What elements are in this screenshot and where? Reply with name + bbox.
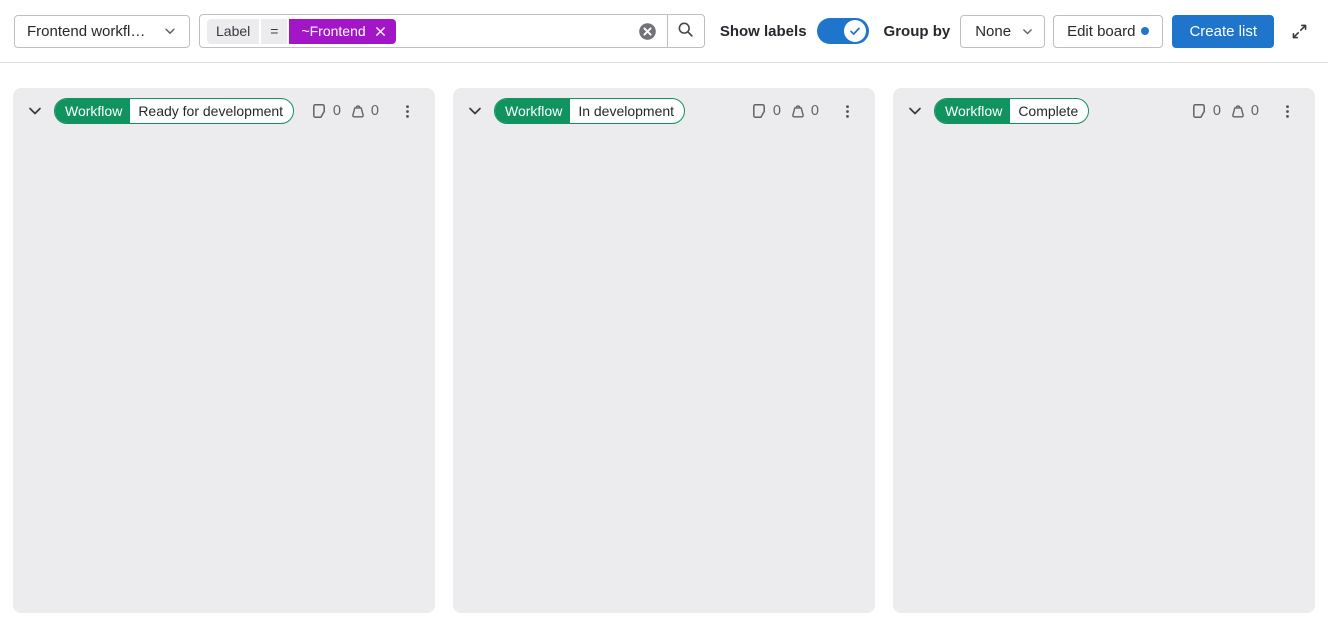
board-list-in-development: Workflow In development 0 0 <box>453 88 875 613</box>
list-counts: 0 0 <box>752 103 819 119</box>
group-by-dropdown[interactable]: None <box>960 15 1045 48</box>
label-value: Complete <box>1010 103 1088 119</box>
issue-board: Workflow Ready for development 0 0 <box>0 63 1328 613</box>
weight-count-value: 0 <box>1251 103 1259 119</box>
label-scope: Workflow <box>935 99 1010 123</box>
chevron-down-icon <box>1021 25 1034 38</box>
list-body <box>893 129 1315 613</box>
issue-count: 0 <box>1192 103 1221 119</box>
list-settings-icon[interactable] <box>1273 97 1301 125</box>
board-list-ready-for-development: Workflow Ready for development 0 0 <box>13 88 435 613</box>
remove-token-icon[interactable] <box>374 25 387 38</box>
show-labels-toggle[interactable] <box>817 18 869 44</box>
issue-count-value: 0 <box>1213 103 1221 119</box>
issues-icon <box>1192 103 1208 119</box>
board-list-complete: Workflow Complete 0 0 <box>893 88 1315 613</box>
notification-dot <box>1141 27 1149 35</box>
list-body <box>453 129 875 613</box>
label-scope: Workflow <box>495 99 570 123</box>
list-counts: 0 0 <box>312 103 379 119</box>
chevron-down-icon <box>163 24 177 38</box>
weight-count: 0 <box>790 103 819 119</box>
list-label-badge[interactable]: Workflow In development <box>494 98 685 124</box>
list-header: Workflow Ready for development 0 0 <box>13 88 435 129</box>
issues-icon <box>752 103 768 119</box>
filter-token-operator[interactable]: = <box>261 19 287 44</box>
fullscreen-toggle-icon[interactable] <box>1287 19 1312 44</box>
list-settings-icon[interactable] <box>393 97 421 125</box>
weight-icon <box>1230 103 1246 119</box>
collapse-list-icon[interactable] <box>21 97 49 125</box>
list-label-badge[interactable]: Workflow Complete <box>934 98 1089 124</box>
label-value: Ready for development <box>130 103 293 119</box>
issue-count-value: 0 <box>773 103 781 119</box>
issues-icon <box>312 103 328 119</box>
filter-token-value[interactable]: ~Frontend <box>289 19 395 44</box>
weight-count: 0 <box>1230 103 1259 119</box>
group-by-label: Group by <box>884 23 951 40</box>
filter-token-value-label: ~Frontend <box>301 23 365 39</box>
list-label-badge[interactable]: Workflow Ready for development <box>54 98 294 124</box>
filter-token[interactable]: Label = ~Frontend <box>207 19 396 44</box>
weight-count-value: 0 <box>371 103 379 119</box>
issue-count-value: 0 <box>333 103 341 119</box>
group-by-value: None <box>975 23 1011 40</box>
toggle-check-icon <box>844 20 866 42</box>
edit-board-label: Edit board <box>1067 23 1135 40</box>
weight-count-value: 0 <box>811 103 819 119</box>
board-toolbar: Frontend workfl… Label = ~Frontend Show … <box>0 0 1328 63</box>
board-switcher-label: Frontend workfl… <box>27 23 145 40</box>
weight-icon <box>790 103 806 119</box>
collapse-list-icon[interactable] <box>901 97 929 125</box>
list-header: Workflow Complete 0 0 <box>893 88 1315 129</box>
list-body <box>13 129 435 613</box>
create-list-button[interactable]: Create list <box>1172 15 1274 48</box>
list-header: Workflow In development 0 0 <box>453 88 875 129</box>
issue-count: 0 <box>752 103 781 119</box>
issue-count: 0 <box>312 103 341 119</box>
list-settings-icon[interactable] <box>833 97 861 125</box>
board-switcher-dropdown[interactable]: Frontend workfl… <box>14 15 190 48</box>
edit-board-button[interactable]: Edit board <box>1053 15 1163 48</box>
collapse-list-icon[interactable] <box>461 97 489 125</box>
weight-icon <box>350 103 366 119</box>
label-scope: Workflow <box>55 99 130 123</box>
search-icon <box>677 21 694 41</box>
label-value: In development <box>570 103 684 119</box>
clear-search-icon[interactable] <box>628 22 667 41</box>
search-button[interactable] <box>667 15 704 47</box>
list-counts: 0 0 <box>1192 103 1259 119</box>
filter-token-key[interactable]: Label <box>207 19 259 44</box>
weight-count: 0 <box>350 103 379 119</box>
filtered-search-bar[interactable]: Label = ~Frontend <box>199 14 705 48</box>
show-labels-label: Show labels <box>720 23 807 40</box>
